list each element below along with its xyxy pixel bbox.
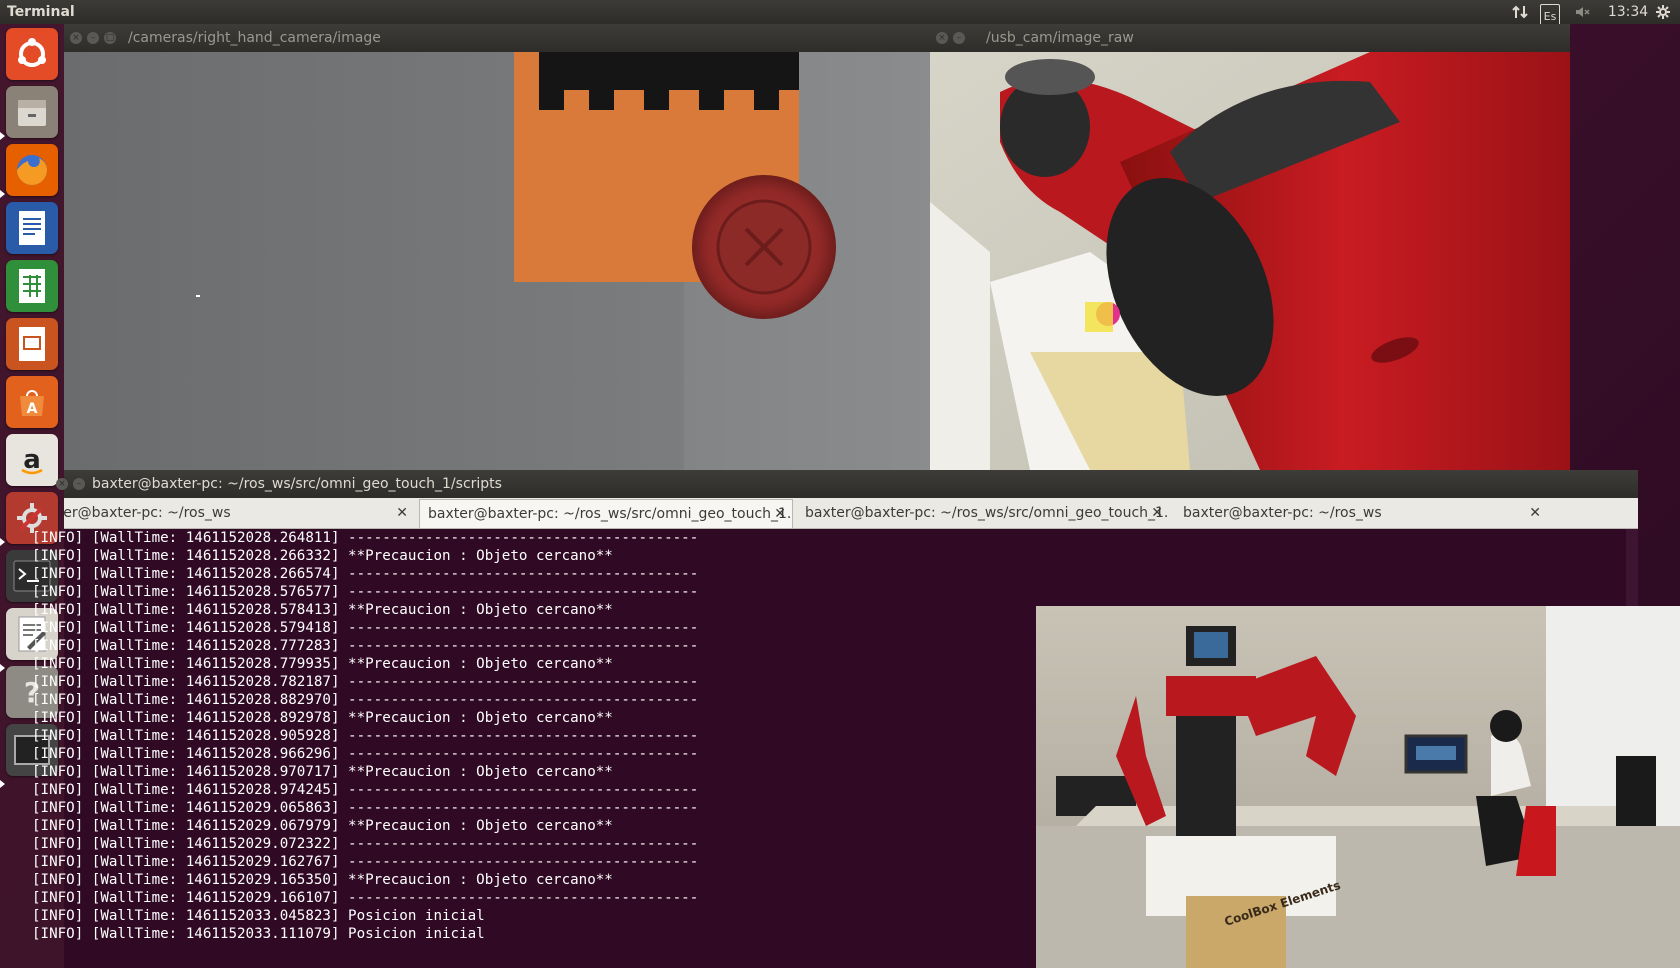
top-panel: Terminal Es 13:34 xyxy=(0,0,1680,30)
svg-text:a: a xyxy=(23,445,41,475)
close-icon[interactable]: ✕ xyxy=(396,499,408,527)
active-app-title: Terminal xyxy=(7,4,75,20)
tab-omni-geo-touch-active[interactable]: baxter@baxter-pc: ~/ros_ws/src/omni_geo_… xyxy=(419,499,793,528)
window-title: /usb_cam/image_raw xyxy=(986,30,1134,46)
close-icon[interactable]: × xyxy=(70,32,82,44)
files-icon[interactable] xyxy=(6,86,58,138)
tab-ros-ws-2[interactable]: baxter@baxter-pc: ~/ros_ws ✕ xyxy=(1175,499,1547,527)
close-icon[interactable]: ✕ xyxy=(774,500,786,528)
volume-muted-icon[interactable] xyxy=(1572,0,1592,24)
lab-photo-overlay: CoolBox Elements xyxy=(1036,606,1680,968)
calc-icon[interactable] xyxy=(6,260,58,312)
network-arrows-icon[interactable] xyxy=(1510,0,1530,24)
tab-omni-geo-touch[interactable]: baxter@baxter-pc: ~/ros_ws/src/omni_geo_… xyxy=(797,499,1169,527)
minimize-icon[interactable]: – xyxy=(87,32,99,44)
svg-text:A: A xyxy=(27,401,38,417)
minimize-icon[interactable]: – xyxy=(73,478,85,490)
clock[interactable]: 13:34 xyxy=(1606,0,1650,24)
camera-image-right-hand xyxy=(64,52,930,470)
writer-icon[interactable] xyxy=(6,202,58,254)
close-icon[interactable]: × xyxy=(936,32,948,44)
amazon-icon[interactable]: a xyxy=(6,434,58,486)
usb-camera-window: × – /usb_cam/image_raw xyxy=(930,24,1570,470)
firefox-icon[interactable] xyxy=(6,144,58,196)
terminal-tab-bar: baxter@baxter-pc: ~/ros_ws ✕ baxter@baxt… xyxy=(64,498,1638,529)
terminal-line: [INFO] [WallTime: 1461152028.576577] ---… xyxy=(32,584,699,600)
tab-label: baxter@baxter-pc: ~/ros_ws/src/omni_geo_… xyxy=(805,505,1169,521)
window-title: /cameras/right_hand_camera/image xyxy=(128,30,381,46)
camera-image-usb xyxy=(930,52,1570,470)
tab-label: baxter@baxter-pc: ~/ros_ws xyxy=(1183,505,1382,521)
impress-icon[interactable] xyxy=(6,318,58,370)
terminal-line: [INFO] [WallTime: 1461152028.264811] ---… xyxy=(32,530,699,546)
close-icon[interactable]: ✕ xyxy=(1151,499,1163,527)
tab-ros-ws[interactable]: baxter@baxter-pc: ~/ros_ws ✕ xyxy=(64,499,414,527)
window-titlebar: × – /usb_cam/image_raw xyxy=(930,24,1570,52)
window-titlebar: × – □ /cameras/right_hand_camera/image xyxy=(64,24,930,52)
close-icon[interactable]: ✕ xyxy=(1529,499,1541,527)
terminal-line: [INFO] [WallTime: 1461152028.266574] ---… xyxy=(32,566,699,582)
tab-label: baxter@baxter-pc: ~/ros_ws/src/omni_geo_… xyxy=(428,506,793,522)
maximize-icon[interactable]: □ xyxy=(104,32,116,44)
terminal-line: [INFO] [WallTime: 1461152028.266332] **P… xyxy=(32,548,613,564)
gear-icon[interactable] xyxy=(1652,0,1674,24)
terminal-title: baxter@baxter-pc: ~/ros_ws/src/omni_geo_… xyxy=(92,476,502,492)
software-center-icon[interactable]: A xyxy=(6,376,58,428)
terminal-titlebar: × – baxter@baxter-pc: ~/ros_ws/src/omni_… xyxy=(56,470,1638,498)
minimize-icon[interactable]: – xyxy=(953,32,965,44)
ubuntu-dash-icon[interactable] xyxy=(6,28,58,80)
tab-label: baxter@baxter-pc: ~/ros_ws xyxy=(64,505,231,521)
right-hand-camera-window: × – □ /cameras/right_hand_camera/image xyxy=(64,24,930,470)
close-icon[interactable]: × xyxy=(56,478,68,490)
